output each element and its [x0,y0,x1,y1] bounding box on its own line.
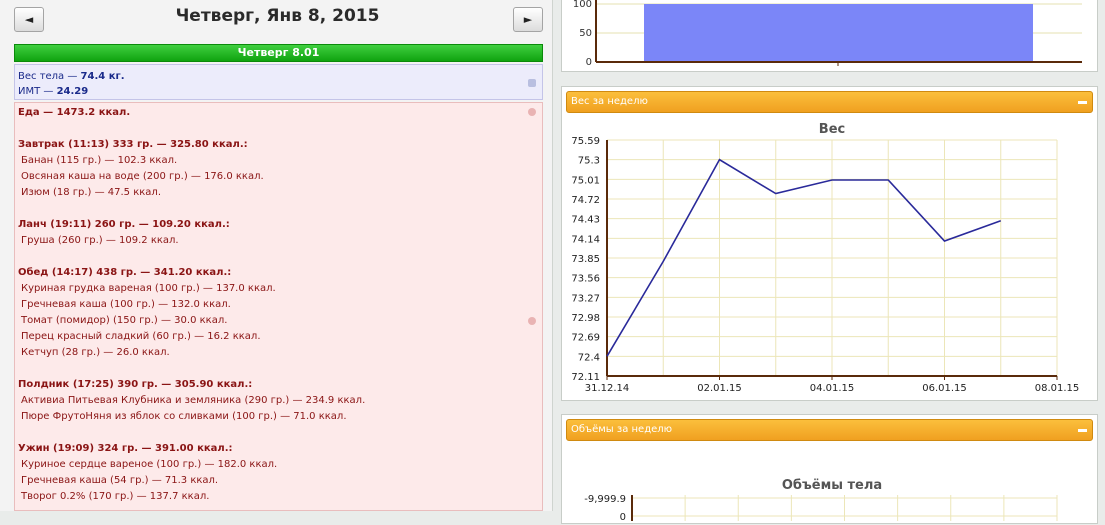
food-item: Овсяная каша на воде (200 гр.) — 176.0 к… [21,171,264,182]
day-diary-panel: ◄ Четверг, Янв 8, 2015 ► Четверг 8.01 Ве… [0,0,553,511]
weight-line-chart: Вес 75.59 75.3 75.01 74.72 74.43 74.14 73.85 73.… [571,122,1080,394]
food-item: Пюре ФрутоНяня из яблок со сливками (100… [21,411,347,422]
day-header: Четверг 8.01 [14,44,543,62]
food-log-box[interactable]: Еда — 1473.2 ккал. Завтрак (11:13) 333 гр… [14,102,543,511]
food-item: Гречневая каша (100 гр.) — 132.0 ккал. [21,299,231,310]
chart-title: Объёмы тела [782,478,882,493]
y-tick-label: 75.59 [571,136,600,147]
y-tick-label: 75.01 [571,175,600,186]
next-day-button[interactable]: ► [513,7,543,32]
y-tick-label: 72.98 [571,313,600,324]
food-item: Творог 0.2% (170 гр.) — 137.7 ккал. [21,491,210,502]
minus-icon[interactable] [1078,429,1087,432]
y-tick-label: 74.14 [571,234,600,245]
y-tick-label: 100 [573,0,592,10]
food-item: Груша (260 гр.) — 109.2 ккал. [21,235,179,246]
food-spacer [18,425,539,441]
y-tick-label: 72.11 [571,372,600,383]
food-spacer [18,201,539,217]
y-tick-label: 0 [586,57,592,68]
x-tick-label: 06.01.15 [922,383,967,394]
x-tick-label: 31.12.14 [585,383,630,394]
y-tick-label: 72.69 [571,333,600,344]
minus-icon[interactable] [1078,101,1087,104]
body-weight-box[interactable]: Вес тела — 74.4 кг. ИМТ — 24.29 [14,64,543,100]
food-spacer [18,121,539,137]
y-tick-label: 73.85 [571,254,600,265]
y-tick-label: 74.43 [571,215,600,226]
y-tick-label: 75.3 [578,156,600,167]
page-title: Четверг, Янв 8, 2015 [175,6,380,26]
y-tick-label: -9,999.9 [584,494,626,505]
prev-day-button[interactable]: ◄ [14,7,44,32]
arrow-right-icon: ► [523,13,533,26]
food-item: Гречневая каша (54 гр.) — 71.3 ккал. [21,475,219,486]
meal-summary: Ланч (19:11) 260 гр. — 109.20 ккал.: [18,219,230,230]
bmi-label: ИМТ — [18,86,57,97]
meal-summary: Завтрак (11:13) 333 гр. — 325.80 ккал.: [18,139,248,150]
food-spacer [18,361,539,377]
y-tick-label: 74.72 [571,195,600,206]
volume-line-chart: Объёмы тела-9,999.909,999.9 [584,478,1058,525]
food-item: Кетчуп (28 гр.) — 26.0 ккал. [21,347,170,358]
food-item: Томат (помидор) (150 гр.) — 30.0 ккал. [21,315,228,326]
y-tick-label: 50 [579,28,592,39]
bmi-line: ИМТ — 24.29 [18,84,539,99]
food-spacer [18,249,539,265]
chart-title: Вес [819,122,845,137]
week-volume-panel: Объёмы за неделю Объёмы тела-9,999.909,9… [561,414,1098,525]
meal-summary: Обед (14:17) 438 гр. — 341.20 ккал.: [18,267,232,278]
meal-summary: Еда — 1473.2 ккал. [18,107,131,118]
meal-summary: Ужин (19:09) 324 гр. — 391.00 ккал.: [18,443,233,454]
bar [644,4,1033,62]
y-tick-label: 0 [620,512,626,521]
week-volume-header[interactable]: Объёмы за неделю [566,419,1093,441]
scale-icon [528,79,536,87]
weight-label: Вес тела — [18,71,81,82]
y-tick-label: 73.56 [571,274,600,285]
apple-icon [528,317,536,325]
food-item: Куриное сердце вареное (100 гр.) — 182.0… [21,459,278,470]
arrow-left-icon: ◄ [24,13,34,26]
food-item: Изюм (18 гр.) — 47.5 ккал. [21,187,162,198]
y-tick-label: 73.27 [571,293,600,304]
food-item: Активиа Питьевая Клубника и земляника (2… [21,395,366,406]
bmi-value: 24.29 [56,86,89,97]
food-list: Еда — 1473.2 ккал. Завтрак (11:13) 333 гр… [18,105,539,505]
x-tick-label: 02.01.15 [697,383,742,394]
apple-icon [528,108,536,116]
bar-chart: 100 50 0 [573,0,1082,68]
food-item: Банан (115 гр.) — 102.3 ккал. [21,155,178,166]
x-tick-label: 08.01.15 [1035,383,1080,394]
y-tick-label: 72.4 [578,352,600,363]
week-volume-title: Объёмы за неделю [571,424,673,435]
week-weight-title: Вес за неделю [571,96,648,107]
weight-value: 74.4 кг. [80,71,125,82]
weight-line: Вес тела — 74.4 кг. [18,69,539,84]
top-chart-panel: 100 50 0 [561,0,1098,72]
week-weight-header[interactable]: Вес за неделю [566,91,1093,113]
food-item: Перец красный сладкий (60 гр.) — 16.2 кк… [21,331,261,342]
x-tick-label: 04.01.15 [810,383,855,394]
meal-summary: Полдник (17:25) 390 гр. — 305.90 ккал.: [18,379,253,390]
food-item: Куриная грудка вареная (100 гр.) — 137.0… [21,283,276,294]
week-weight-panel: Вес за неделю Вес 75.59 75.3 75.01 74.72 74.4… [561,86,1098,401]
